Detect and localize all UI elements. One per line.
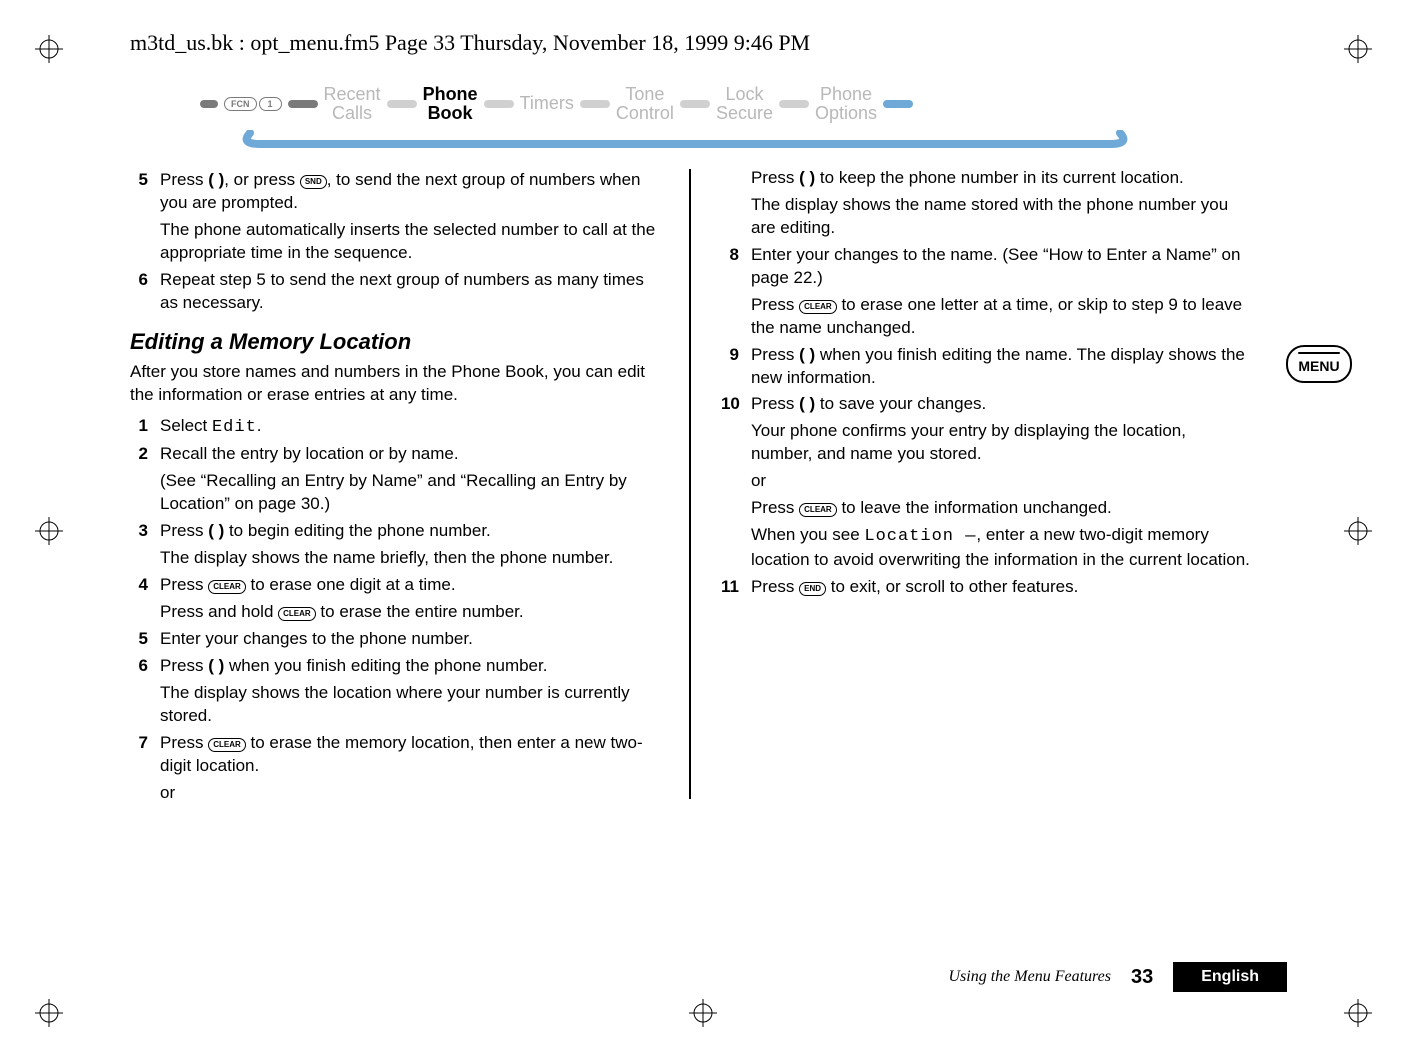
section-heading-editing: Editing a Memory Location [130,329,659,355]
menu-badge-icon: MENU [1286,345,1352,383]
crop-mark-icon [35,999,63,1027]
clear-key-icon: CLEAR [208,580,246,594]
page-header: m3td_us.bk : opt_menu.fm5 Page 33 Thursd… [130,30,810,56]
crop-mark-icon [35,35,63,63]
scroll-key-icon: ( ) [208,520,224,543]
footer-section-title: Using the Menu Features [948,968,1110,986]
scroll-key-icon: ( ) [799,167,815,190]
page-number: 33 [1131,966,1153,989]
nav-tone-control: ToneControl [616,85,674,123]
scroll-key-icon: ( ) [208,169,224,192]
crop-mark-icon [35,517,63,545]
clear-key-icon: CLEAR [208,738,246,752]
language-tab: English [1173,962,1287,992]
scroll-key-icon: ( ) [799,393,815,416]
nav-recent-calls: RecentCalls [324,85,381,123]
clear-key-icon: CLEAR [278,607,316,621]
fcn-key-icon: FCN 1 [224,97,282,111]
clear-key-icon: CLEAR [799,300,837,314]
column-divider [689,169,691,799]
left-column: 5Press ( ), or press SND, to send the ne… [130,165,659,809]
scroll-key-icon: ( ) [208,655,224,678]
end-key-icon: END [799,582,826,596]
clear-key-icon: CLEAR [799,503,837,517]
nav-underline [200,130,1170,148]
nav-phone-book: PhoneBook [423,85,478,123]
nav-timers: Timers [520,94,574,113]
page-footer: Using the Menu Features 33 English [948,962,1287,992]
nav-lock-secure: LockSecure [716,85,773,123]
right-column: Press ( ) to keep the phone number in it… [721,165,1250,809]
crop-mark-icon [689,999,717,1027]
nav-phone-options: PhoneOptions [815,85,877,123]
crop-mark-icon [1344,999,1372,1027]
scroll-key-icon: ( ) [799,344,815,367]
crop-mark-icon [1344,35,1372,63]
crop-mark-icon [1344,517,1372,545]
snd-key-icon: SND [300,175,327,189]
